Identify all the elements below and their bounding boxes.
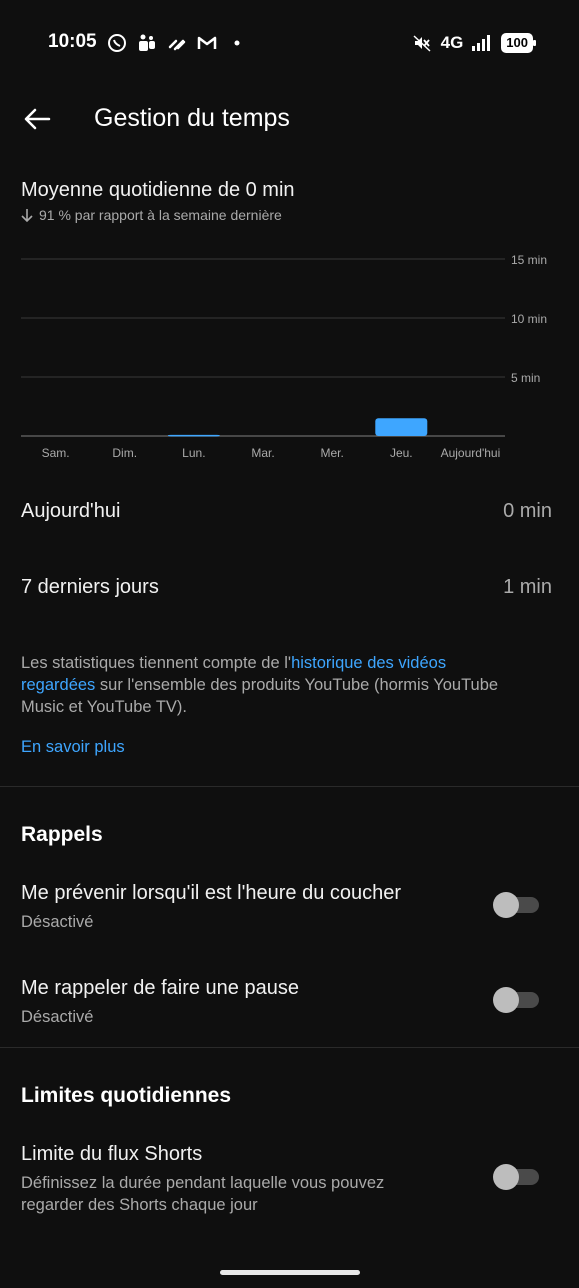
shorts-limit-title: Limite du flux Shorts <box>21 1143 203 1165</box>
divider <box>0 1047 579 1048</box>
shorts-limit-setting[interactable]: Limite du flux Shorts Définissez la duré… <box>21 1143 561 1216</box>
status-bar: 10:05 4G 100 <box>0 0 579 86</box>
break-reminder-toggle[interactable] <box>493 987 539 1013</box>
arrow-down-icon <box>21 209 33 222</box>
usage-chart: 5 min 10 min 15 min Sam. Dim. Lun. Mar. Mer. Jeu… <box>21 253 547 460</box>
x-tick-label: Mer. <box>320 446 343 460</box>
app-header: Gestion du temps <box>0 96 579 142</box>
statistics-info: Les statistiques tiennent compte de l'hi… <box>21 652 521 718</box>
reminders-section-title: Rappels <box>21 823 103 846</box>
teams-icon <box>136 32 158 54</box>
today-row: Aujourd'hui 0 min <box>21 500 552 523</box>
divider <box>0 786 579 787</box>
notification-icons <box>106 32 248 54</box>
break-reminder-setting[interactable]: Me rappeler de faire une pause Désactivé <box>21 977 561 1028</box>
break-reminder-title: Me rappeler de faire une pause <box>21 977 299 999</box>
home-indicator[interactable] <box>220 1270 360 1275</box>
status-time: 10:05 <box>48 31 97 52</box>
daily-limits-section-title: Limites quotidiennes <box>21 1084 232 1107</box>
mute-icon <box>411 32 433 54</box>
shorts-limit-description: Définissez la durée pendant laquelle vou… <box>21 1174 385 1214</box>
last-7-days-label: 7 derniers jours <box>21 576 159 598</box>
weekly-change: 91 % par rapport à la semaine dernière <box>21 207 282 223</box>
whatsapp-icon <box>106 32 128 54</box>
y-tick-label: 5 min <box>511 371 540 385</box>
battery-indicator: 100 <box>501 33 536 53</box>
break-reminder-status: Désactivé <box>21 1008 94 1026</box>
toggle-knob <box>493 987 519 1013</box>
last-7-days-value: 1 min <box>503 576 552 598</box>
app-icon <box>166 32 188 54</box>
x-tick-label: Lun. <box>182 446 205 460</box>
x-tick-label: Mar. <box>251 446 274 460</box>
today-value: 0 min <box>503 500 552 522</box>
bedtime-reminder-toggle[interactable] <box>493 892 539 918</box>
bar-3 <box>167 434 220 437</box>
shorts-limit-toggle[interactable] <box>493 1164 539 1190</box>
gmail-icon <box>196 32 218 54</box>
x-tick-label: Dim. <box>112 446 137 460</box>
last-7-days-row: 7 derniers jours 1 min <box>21 576 552 599</box>
x-tick-label: Sam. <box>42 446 70 460</box>
network-type: 4G <box>440 33 464 52</box>
y-tick-label: 10 min <box>511 312 547 326</box>
signal-icon <box>471 32 493 54</box>
today-label: Aujourd'hui <box>21 500 121 522</box>
arrow-left-icon <box>24 108 51 130</box>
x-tick-label: Jeu. <box>390 446 413 460</box>
toggle-knob <box>493 892 519 918</box>
bar-6 <box>375 418 428 436</box>
toggle-knob <box>493 1164 519 1190</box>
learn-more-link[interactable]: En savoir plus <box>21 738 125 757</box>
bedtime-reminder-title: Me prévenir lorsqu'il est l'heure du cou… <box>21 882 402 904</box>
page-title: Gestion du temps <box>94 104 290 132</box>
bedtime-reminder-status: Désactivé <box>21 913 94 931</box>
system-icons: 4G 100 <box>411 32 536 54</box>
info-text-before: Les statistiques tiennent compte de l' <box>21 654 292 672</box>
x-tick-label: Aujourd'hui <box>441 446 501 460</box>
dot-icon <box>226 32 248 54</box>
weekly-change-text: 91 % par rapport à la semaine dernière <box>39 207 282 223</box>
daily-average-title: Moyenne quotidienne de 0 min <box>21 179 295 201</box>
y-tick-label: 15 min <box>511 253 547 267</box>
back-button[interactable] <box>20 102 54 136</box>
bedtime-reminder-setting[interactable]: Me prévenir lorsqu'il est l'heure du cou… <box>21 882 561 933</box>
